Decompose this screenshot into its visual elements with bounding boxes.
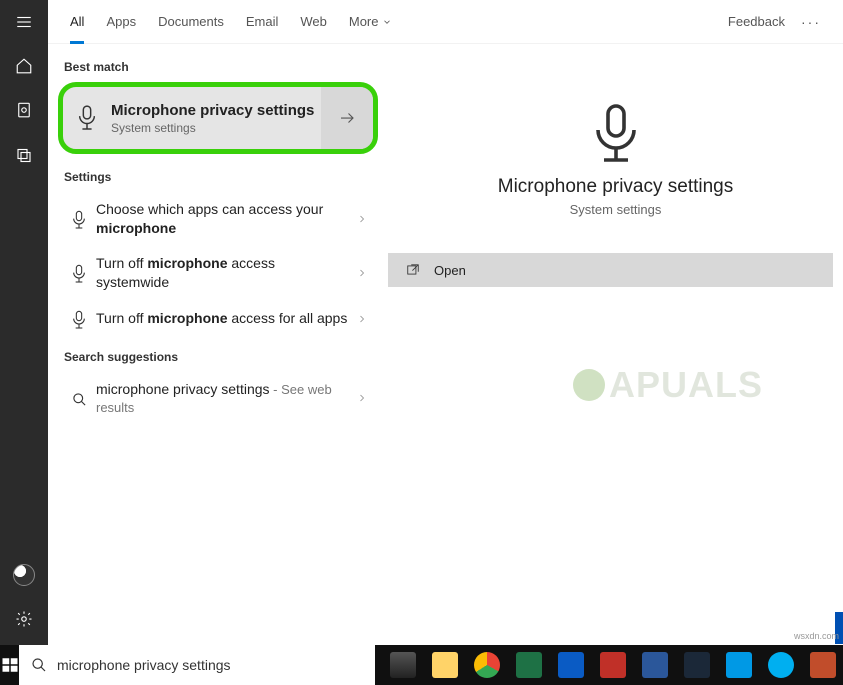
web-suggestion-text: microphone privacy settings - See web re… [96,380,350,418]
taskbar-search[interactable] [19,645,375,685]
detail-title: Microphone privacy settings [388,176,843,198]
best-match-subtitle: System settings [111,121,321,135]
app-icon[interactable] [803,645,843,685]
chevron-right-icon [350,392,374,404]
tab-web[interactable]: Web [300,0,327,44]
chevron-right-icon [350,313,374,325]
detail-subtitle: System settings [388,202,843,217]
skype-icon[interactable] [761,645,801,685]
filter-tabs: All Apps Documents Email Web More Feedba… [48,0,843,44]
tab-all[interactable]: All [70,0,84,44]
watermark: APUALS [573,364,763,406]
tab-documents[interactable]: Documents [158,0,224,44]
section-best-match: Best match [58,54,378,82]
excel-icon[interactable] [509,645,549,685]
task-view-icon[interactable] [383,645,423,685]
start-menu-rail [0,0,48,685]
app-icon[interactable] [593,645,633,685]
taskbar-apps [375,645,843,685]
settings-result-item[interactable]: Turn off microphone access systemwide [58,246,378,300]
microphone-icon [62,208,96,230]
microphone-icon [62,262,96,284]
detail-pane: Microphone privacy settings System setti… [388,44,843,645]
word-icon[interactable] [635,645,675,685]
section-suggestions: Search suggestions [58,344,378,372]
chevron-right-icon [350,213,374,225]
microphone-icon [62,308,96,330]
chrome-icon[interactable] [467,645,507,685]
best-match-result[interactable]: Microphone privacy settings System setti… [58,82,378,154]
settings-result-text: Turn off microphone access for all apps [96,309,350,328]
chevron-right-icon [350,267,374,279]
microphone-icon [388,104,843,164]
search-results-panel: All Apps Documents Email Web More Feedba… [48,0,843,645]
search-icon [31,657,47,673]
account-avatar[interactable] [0,553,48,597]
home-icon[interactable] [0,44,48,88]
start-button[interactable] [0,645,19,685]
chevron-down-icon [382,17,392,27]
tab-email[interactable]: Email [246,0,279,44]
open-button[interactable]: Open [388,253,833,287]
settings-result-item[interactable]: Choose which apps can access your microp… [58,192,378,246]
settings-result-item[interactable]: Turn off microphone access for all apps [58,300,378,338]
hamburger-icon[interactable] [0,0,48,44]
taskbar [0,645,843,685]
source-credit: wsxdn.com [794,631,839,641]
tab-more[interactable]: More [349,0,393,44]
edge-icon[interactable] [551,645,591,685]
settings-result-text: Turn off microphone access systemwide [96,254,350,292]
section-settings: Settings [58,164,378,192]
recent-icon[interactable] [0,88,48,132]
search-icon [62,390,96,407]
search-input[interactable] [57,657,363,673]
collections-icon[interactable] [0,132,48,176]
mail-icon[interactable] [719,645,759,685]
file-explorer-icon[interactable] [425,645,465,685]
feedback-link[interactable]: Feedback [728,14,785,29]
windows-icon [1,656,19,674]
expand-arrow-icon[interactable] [321,87,373,149]
microphone-icon [63,104,111,132]
best-match-title: Microphone privacy settings [111,102,321,119]
settings-result-text: Choose which apps can access your microp… [96,200,350,238]
web-suggestion-item[interactable]: microphone privacy settings - See web re… [58,372,378,426]
results-list: Best match Microphone privacy settings S… [48,44,388,645]
tab-apps[interactable]: Apps [106,0,136,44]
settings-icon[interactable] [0,597,48,641]
more-options-icon[interactable]: ··· [801,14,821,30]
steam-icon[interactable] [677,645,717,685]
open-icon [406,263,420,277]
